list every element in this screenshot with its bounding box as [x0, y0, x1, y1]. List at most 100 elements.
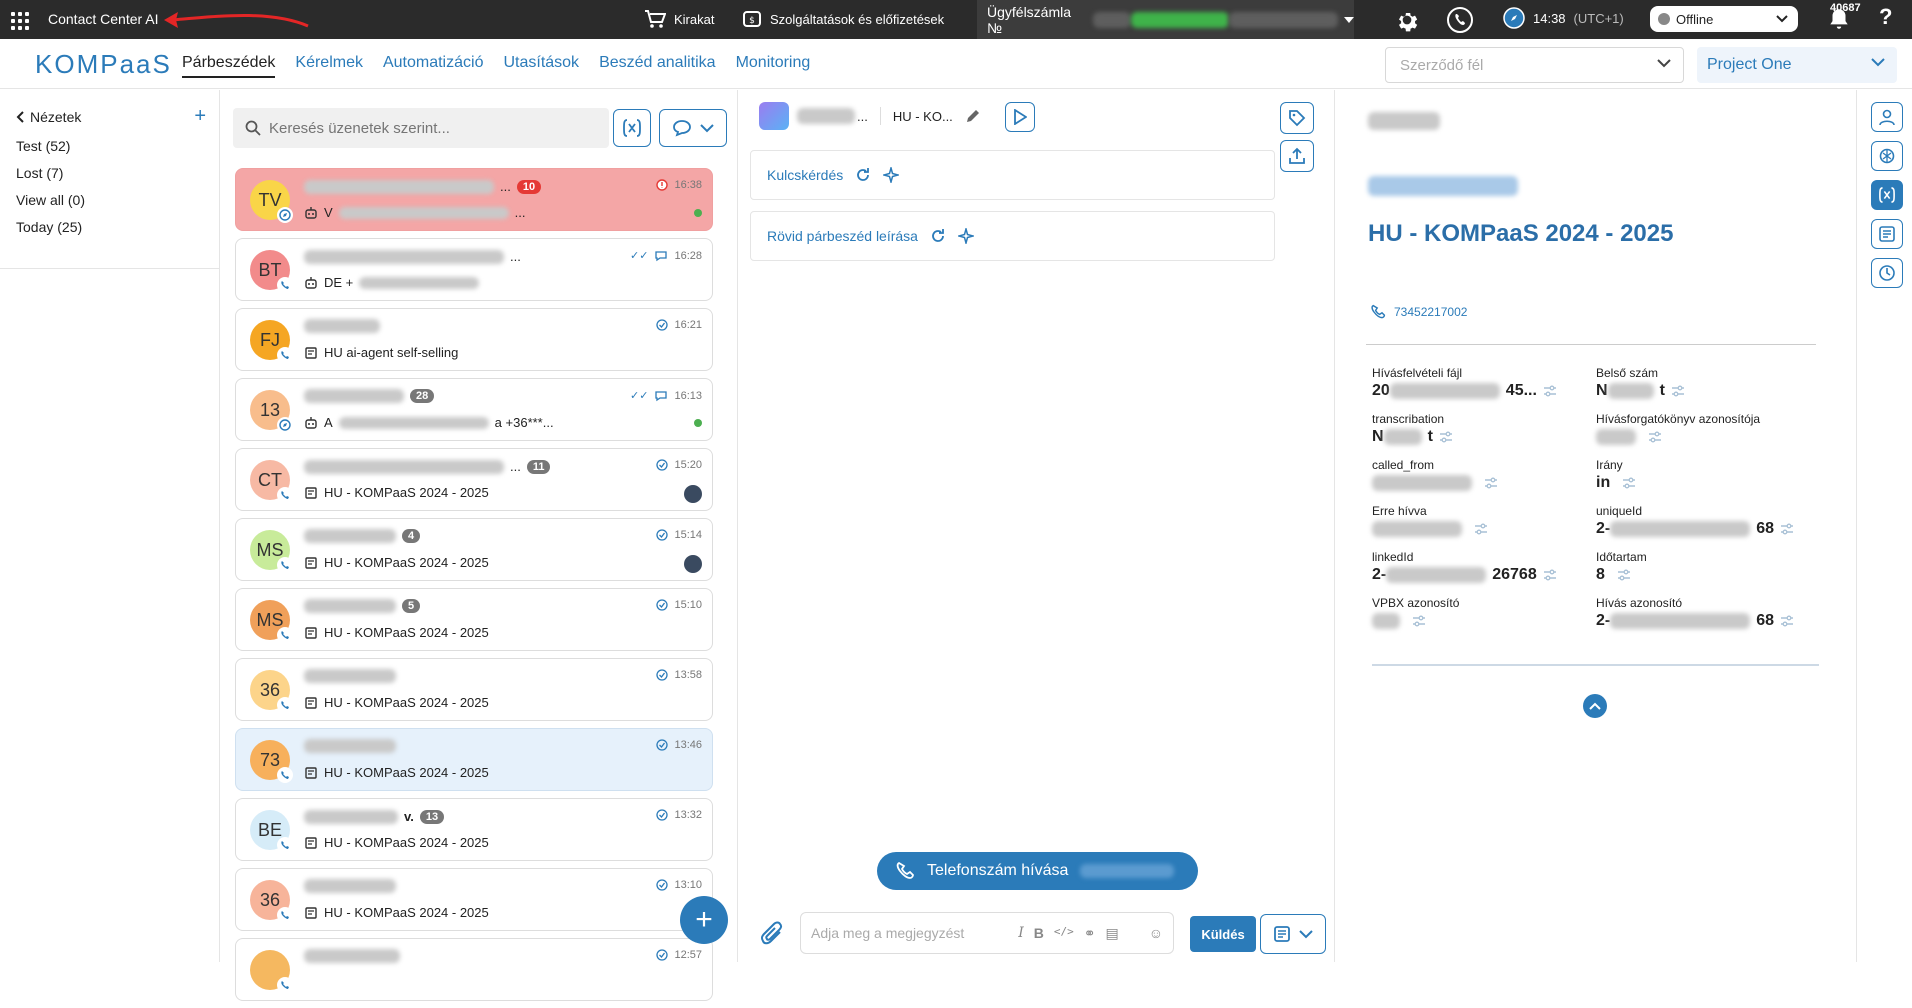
- shop-link[interactable]: Kirakat: [644, 9, 714, 29]
- view-item-test[interactable]: Test (52): [16, 138, 85, 154]
- channel-badge-icon: [277, 207, 293, 223]
- call-field: Hívásforgatókönyv azonosítója: [1596, 412, 1812, 446]
- pencil-icon[interactable]: [965, 108, 981, 124]
- sliders-icon[interactable]: [1484, 477, 1498, 489]
- sliders-icon[interactable]: [1780, 523, 1794, 535]
- view-item-view-all[interactable]: View all (0): [16, 192, 85, 208]
- services-link[interactable]: $ Szolgáltatások és előfizetések: [742, 9, 944, 29]
- conversation-time: 15:14: [656, 529, 702, 541]
- tab-speech-analytics[interactable]: Beszéd analitika: [599, 54, 716, 78]
- notes-rail-button[interactable]: [1871, 219, 1903, 249]
- conversation-item[interactable]: 13 28 A a +36***... ✓✓ 16:13: [235, 378, 713, 441]
- chevron-left-icon: [16, 110, 24, 123]
- status-select[interactable]: Offline: [1650, 6, 1798, 32]
- sliders-icon[interactable]: [1543, 569, 1557, 581]
- channel-badge-icon: [277, 347, 293, 363]
- unread-count: 10: [516, 179, 542, 194]
- channel-filter-button[interactable]: [659, 109, 727, 147]
- detail-phone[interactable]: 73452217002: [1370, 304, 1467, 320]
- view-item-today[interactable]: Today (25): [16, 219, 85, 235]
- sliders-icon[interactable]: [1622, 477, 1636, 489]
- conversation-item[interactable]: BT ... DE + ✓✓ 16:28: [235, 238, 713, 301]
- script-icon: [305, 696, 317, 709]
- account-selector[interactable]: Ügyfélszámla №: [977, 0, 1354, 39]
- conversation-item[interactable]: BE v. 13 HU - KOMPaaS 2024 - 2025 13:32: [235, 798, 713, 861]
- field-label: Hívás azonosító: [1596, 596, 1683, 610]
- conversation-item[interactable]: 12:57: [235, 938, 713, 1001]
- paperclip-icon[interactable]: [760, 920, 786, 948]
- field-value: [1372, 520, 1596, 538]
- check-circle-icon: [656, 319, 669, 331]
- conversation-item[interactable]: TV ... 10 V ... 16:38: [235, 168, 713, 231]
- italic-icon[interactable]: I: [1018, 925, 1024, 942]
- refresh-icon[interactable]: [930, 228, 946, 244]
- field-label: linkedId: [1372, 550, 1414, 564]
- sparkle-icon[interactable]: [883, 167, 900, 183]
- sliders-icon[interactable]: [1617, 569, 1631, 581]
- top-bar: Contact Center AI Kirakat $ Szolgáltatás…: [0, 0, 1912, 39]
- conversation-subtitle: HU - KOMPaaS 2024 - 2025: [304, 695, 489, 710]
- sliders-icon[interactable]: [1780, 615, 1794, 627]
- call-phone-button[interactable]: Telefonszám hívása: [877, 852, 1198, 890]
- tab-requests[interactable]: Kérelmek: [295, 54, 363, 78]
- bold-icon[interactable]: B: [1034, 925, 1044, 942]
- code-icon[interactable]: </>: [1054, 925, 1074, 942]
- note-type-button[interactable]: [1260, 914, 1326, 954]
- chevron-down-icon: [700, 123, 714, 132]
- project-select[interactable]: Project One: [1697, 47, 1897, 83]
- sliders-icon[interactable]: [1543, 385, 1557, 397]
- help-icon[interactable]: ?: [1879, 4, 1892, 30]
- history-rail-button[interactable]: [1871, 258, 1903, 288]
- collapse-button[interactable]: [1583, 694, 1607, 718]
- views-back[interactable]: Nézetek: [16, 109, 81, 125]
- variables-filter-button[interactable]: [613, 109, 651, 147]
- contracting-party-select[interactable]: Szerződő fél: [1385, 47, 1684, 83]
- sliders-icon[interactable]: [1474, 523, 1488, 535]
- tab-conversations[interactable]: Párbeszédek: [182, 54, 276, 78]
- note-input[interactable]: Adja meg a megjegyzést I B </> ⚭ ▤ ☺: [800, 912, 1174, 954]
- tab-automation[interactable]: Automatizáció: [383, 54, 484, 78]
- phone-icon[interactable]: [1447, 7, 1473, 33]
- notification-count: 40687: [1830, 2, 1861, 14]
- send-button[interactable]: Küldés: [1190, 916, 1256, 952]
- conversation-item[interactable]: FJ HU ai-agent self-selling 16:21: [235, 308, 713, 371]
- tag-button[interactable]: [1280, 102, 1314, 134]
- conversation-panel: TV ... 10 V ... 16:38 BT ...: [221, 90, 738, 1001]
- unread-count: 28: [410, 389, 435, 403]
- sliders-icon[interactable]: [1648, 431, 1662, 443]
- ai-rail-button[interactable]: [1871, 141, 1903, 171]
- add-view-button[interactable]: +: [194, 105, 206, 128]
- quote-icon[interactable]: ▤: [1105, 925, 1118, 942]
- tab-monitoring[interactable]: Monitoring: [736, 54, 811, 78]
- sliders-icon[interactable]: [1671, 385, 1685, 397]
- app-grid-icon[interactable]: [8, 9, 30, 31]
- call-field: Belső szám N t: [1596, 366, 1812, 400]
- conversation-item[interactable]: 36 HU - KOMPaaS 2024 - 2025 13:58: [235, 658, 713, 721]
- gear-icon[interactable]: [1394, 7, 1420, 33]
- logo[interactable]: KOMPaaS: [35, 49, 172, 80]
- contact-rail-button[interactable]: [1871, 102, 1903, 132]
- sliders-icon[interactable]: [1412, 615, 1426, 627]
- conversation-item[interactable]: MS 5 HU - KOMPaaS 2024 - 2025 15:10: [235, 588, 713, 651]
- variables-rail-button[interactable]: [1871, 180, 1903, 210]
- link-icon[interactable]: ⚭: [1084, 925, 1096, 942]
- sliders-icon[interactable]: [1439, 431, 1453, 443]
- call-fields: Hívásfelvételi fájl 20 45... Belső szám …: [1372, 366, 1812, 630]
- search-input[interactable]: [269, 119, 597, 137]
- new-conversation-button[interactable]: +: [680, 896, 728, 944]
- conversation-item[interactable]: 36 HU - KOMPaaS 2024 - 2025 13:10: [235, 868, 713, 931]
- refresh-icon[interactable]: [855, 167, 871, 183]
- tab-instructions[interactable]: Utasítások: [503, 54, 579, 78]
- sparkle-icon[interactable]: [957, 228, 974, 244]
- emoji-icon[interactable]: ☺: [1149, 925, 1163, 942]
- play-recording-button[interactable]: [1005, 102, 1035, 132]
- check-circle-icon: [656, 669, 669, 681]
- view-item-lost[interactable]: Lost (7): [16, 165, 85, 181]
- share-button[interactable]: [1280, 140, 1314, 172]
- conversation-item[interactable]: MS 4 HU - KOMPaaS 2024 - 2025 15:14: [235, 518, 713, 581]
- app-title[interactable]: Contact Center AI: [48, 11, 159, 27]
- check-circle-icon: [656, 459, 669, 471]
- conversation-subtitle: HU - KOMPaaS 2024 - 2025: [304, 555, 489, 570]
- conversation-item[interactable]: CT ... 11 HU - KOMPaaS 2024 - 2025 15:20: [235, 448, 713, 511]
- conversation-item[interactable]: 73 HU - KOMPaaS 2024 - 2025 13:46: [235, 728, 713, 791]
